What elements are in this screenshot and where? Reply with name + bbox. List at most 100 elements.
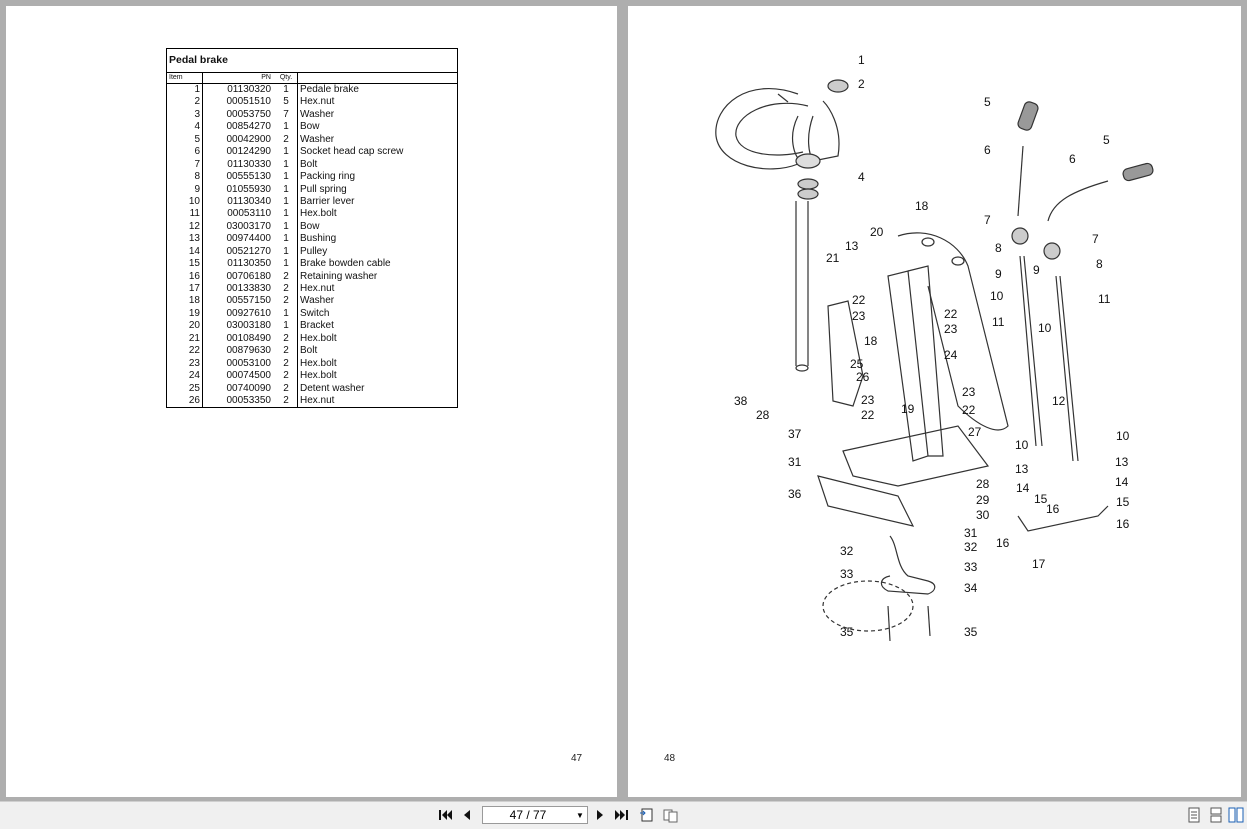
parts-table-header: Item PN Qty. (167, 73, 457, 84)
cell-item: 8 (167, 171, 203, 184)
table-row: 19 00927610 1 Switch (167, 307, 457, 321)
cell-desc: Hex.nut (297, 96, 457, 109)
cell-item: 19 (167, 307, 203, 321)
table-row: 21 00108490 2 Hex.bolt (167, 332, 457, 346)
cell-desc: Washer (297, 133, 457, 147)
callout-number: 28 (976, 477, 990, 491)
cell-qty: 1 (283, 84, 289, 95)
cell-item: 15 (167, 258, 203, 271)
single-view-icon[interactable] (1185, 806, 1203, 824)
table-row: 10 01130340 1 Barrier lever (167, 195, 457, 209)
two-page-icon[interactable] (662, 806, 680, 824)
callout-number: 16 (996, 536, 1010, 550)
exploded-parts-diagram: 124567891011182013212223 2223182425263828… (715, 53, 1154, 642)
cell-qty: 2 (283, 332, 289, 344)
callout-number: 14 (1016, 481, 1030, 495)
table-row: 20 03003180 1 Bracket (167, 320, 457, 333)
callout-number: 21 (826, 251, 840, 265)
cell-pn: 00108490 (226, 332, 272, 344)
callout-number: 23 (861, 393, 875, 407)
callout-number: 25 (850, 357, 864, 371)
cell-desc: Hex.bolt (297, 208, 457, 221)
cell-qty: 7 (283, 108, 289, 120)
cell-item: 26 (167, 394, 203, 408)
callout-number: 19 (901, 402, 915, 416)
cell-item: 21 (167, 332, 203, 346)
callout-number: 24 (944, 348, 958, 362)
table-row: 22 00879630 2 Bolt (167, 345, 457, 358)
table-row: 17 00133830 2 Hex.nut (167, 283, 457, 296)
callout-layer: 124567891011182013212223 2223182425263828… (734, 53, 1130, 639)
callout-number: 17 (1032, 557, 1046, 571)
cell-item: 6 (167, 146, 203, 159)
cell-pn: 01130320 (227, 84, 271, 95)
callout-number: 23 (944, 322, 958, 336)
cell-desc: Hex.bolt (297, 357, 457, 371)
cell-qty: 2 (283, 370, 289, 382)
page-number-select[interactable]: 47 / 77 ▼ (482, 806, 588, 824)
cell-item: 7 (167, 158, 203, 172)
col-pn-header: PN (261, 74, 271, 81)
callout-number: 22 (944, 307, 958, 321)
col-qty-header: Qty. (279, 74, 293, 81)
cell-desc: Brake bowden cable (297, 258, 457, 271)
cell-item: 1 (167, 84, 203, 97)
facing-view-icon[interactable] (1227, 806, 1245, 824)
cell-qty: 1 (283, 121, 289, 133)
cell-item: 25 (167, 382, 203, 395)
prev-page-icon[interactable] (458, 806, 476, 824)
cell-pn: 00740090 (226, 382, 272, 394)
cell-qty: 1 (283, 208, 289, 220)
first-page-icon[interactable] (437, 806, 455, 824)
cell-item: 2 (167, 96, 203, 109)
cell-desc: Hex.nut (297, 394, 457, 408)
parts-table: Pedal brake Item PN Qty. 1 01130320 1 Pedal… (166, 48, 458, 409)
cell-qty: 1 (283, 195, 289, 207)
cell-pn: 01130340 (227, 195, 271, 207)
table-row: 5 00042900 2 Washer (167, 133, 457, 147)
chevron-down-icon: ▼ (576, 810, 584, 820)
callout-number: 13 (1115, 455, 1129, 469)
cell-item: 17 (167, 283, 203, 296)
callout-number: 32 (840, 544, 854, 558)
cell-qty: 1 (283, 245, 289, 257)
fit-page-icon[interactable] (639, 806, 657, 824)
page-indicator: 47 / 77 (509, 808, 547, 822)
cell-desc: Pedale brake (297, 84, 457, 97)
cell-pn: 00974400 (226, 233, 272, 245)
callout-number: 7 (984, 213, 991, 227)
table-row: 4 00854270 1 Bow (167, 121, 457, 134)
table-row: 2 00051510 5 Hex.nut (167, 96, 457, 109)
page-number-left: 47 (571, 753, 583, 764)
table-row: 26 00053350 2 Hex.nut (167, 394, 457, 408)
cell-desc: Barrier lever (297, 195, 457, 209)
cell-desc: Bow (297, 220, 457, 234)
callout-number: 11 (1098, 292, 1111, 306)
table-row: 7 01130330 1 Bolt (167, 158, 457, 172)
callout-number: 15 (1116, 495, 1130, 509)
callout-number: 22 (852, 293, 866, 307)
table-row: 24 00074500 2 Hex.bolt (167, 370, 457, 383)
cell-pn: 00053350 (226, 394, 272, 406)
table-row: 3 00053750 7 Washer (167, 108, 457, 122)
cell-pn: 03003180 (226, 320, 272, 332)
next-page-icon[interactable] (591, 806, 609, 824)
continuous-view-icon[interactable] (1207, 806, 1225, 824)
callout-number: 10 (1038, 321, 1052, 335)
cell-pn: 00074500 (226, 370, 272, 382)
table-row: 13 00974400 1 Bushing (167, 233, 457, 246)
cell-pn: 00042900 (226, 133, 272, 145)
cell-item: 13 (167, 233, 203, 246)
cell-pn: 00557150 (226, 295, 272, 307)
table-row: 18 00557150 2 Washer (167, 295, 457, 308)
cell-pn: 00133830 (226, 283, 272, 294)
right-page: 1 2 4 5 6 7 8 9 10 11 18 20 13 21 22 23 22 23 18 24 25 26 38 28… (628, 6, 1241, 797)
table-row: 11 00053110 1 Hex.bolt (167, 208, 457, 221)
parts-table-body: 1 01130320 1 Pedale brake 2 00051510 5 Hex.nut 3… (167, 84, 457, 408)
last-page-icon[interactable] (612, 806, 630, 824)
table-row: 8 00555130 1 Packing ring (167, 171, 457, 184)
callout-number: 28 (756, 408, 770, 422)
callout-number: 9 (995, 267, 1002, 281)
cell-qty: 1 (283, 258, 289, 270)
callout-number: 22 (962, 403, 976, 417)
